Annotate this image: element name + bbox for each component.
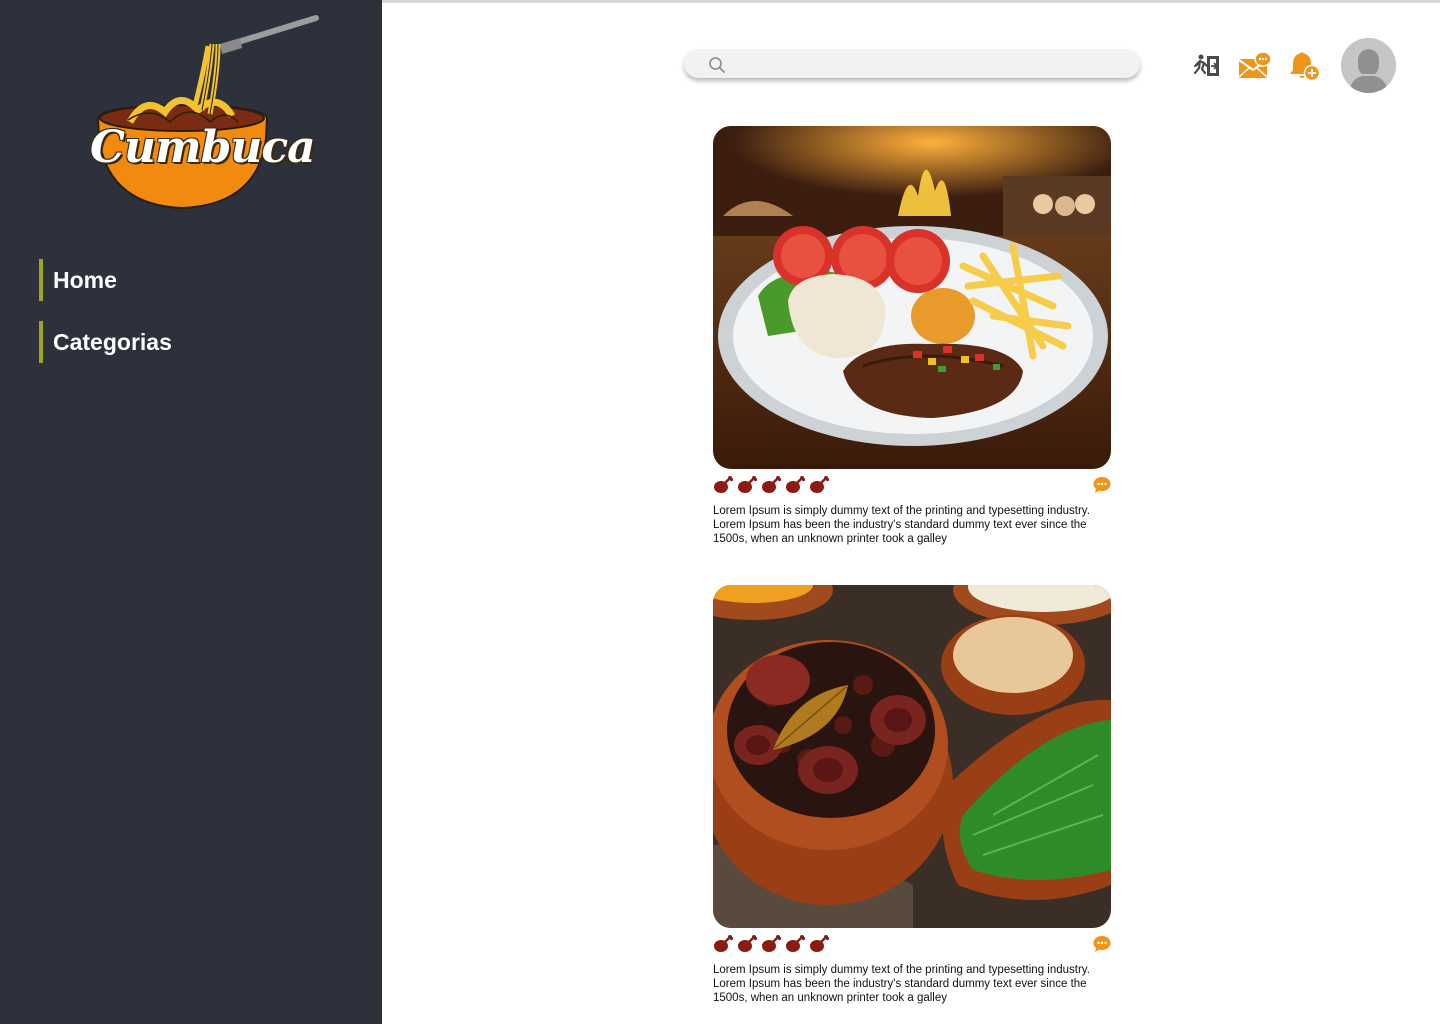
post-image-feijoada-bowls[interactable]	[713, 585, 1111, 928]
logout-icon[interactable]	[1193, 53, 1223, 84]
cumbuca-logo[interactable]: Cumbuca	[90, 10, 330, 215]
drumstick-icon	[713, 475, 734, 495]
post-card[interactable]: Lorem Ipsum is simply dummy text of the …	[713, 585, 1111, 1004]
sidebar-item-label: Categorias	[53, 328, 172, 355]
drumstick-icon	[785, 475, 806, 495]
sidebar-item-categorias[interactable]: Categorias	[39, 321, 172, 363]
messages-icon[interactable]	[1238, 50, 1272, 85]
search-icon	[709, 57, 725, 73]
sidebar-item-home[interactable]: Home	[39, 259, 117, 301]
drumstick-icon	[809, 475, 830, 495]
drumstick-icon	[761, 475, 782, 495]
post-description: Lorem Ipsum is simply dummy text of the …	[713, 964, 1090, 1004]
notification-add-icon[interactable]	[1289, 50, 1323, 89]
comment-icon[interactable]	[1093, 476, 1111, 498]
drumstick-icon	[737, 934, 758, 954]
drumstick-icon	[761, 934, 782, 954]
sidebar: Cumbuca Home Categorias	[0, 0, 382, 1024]
post-description: Lorem Ipsum is simply dummy text of the …	[713, 505, 1090, 545]
post-image-grilled-steak-plate[interactable]	[713, 126, 1111, 469]
drumstick-icon	[809, 934, 830, 954]
drumstick-icon	[785, 934, 806, 954]
post-card[interactable]: Lorem Ipsum is simply dummy text of the …	[713, 126, 1111, 545]
noodle-bowl-icon	[96, 15, 319, 210]
search-bar[interactable]	[684, 49, 1140, 78]
drumstick-icon	[713, 934, 734, 954]
sidebar-item-label: Home	[53, 266, 117, 293]
avatar[interactable]	[1341, 38, 1396, 93]
drumstick-icon	[737, 475, 758, 495]
user-icon	[1341, 38, 1396, 93]
rating	[713, 475, 830, 495]
top-divider	[382, 0, 1440, 3]
rating	[713, 934, 830, 954]
comment-icon[interactable]	[1093, 935, 1111, 957]
search-input[interactable]	[732, 52, 1126, 77]
logo-text: Cumbuca	[90, 122, 316, 173]
